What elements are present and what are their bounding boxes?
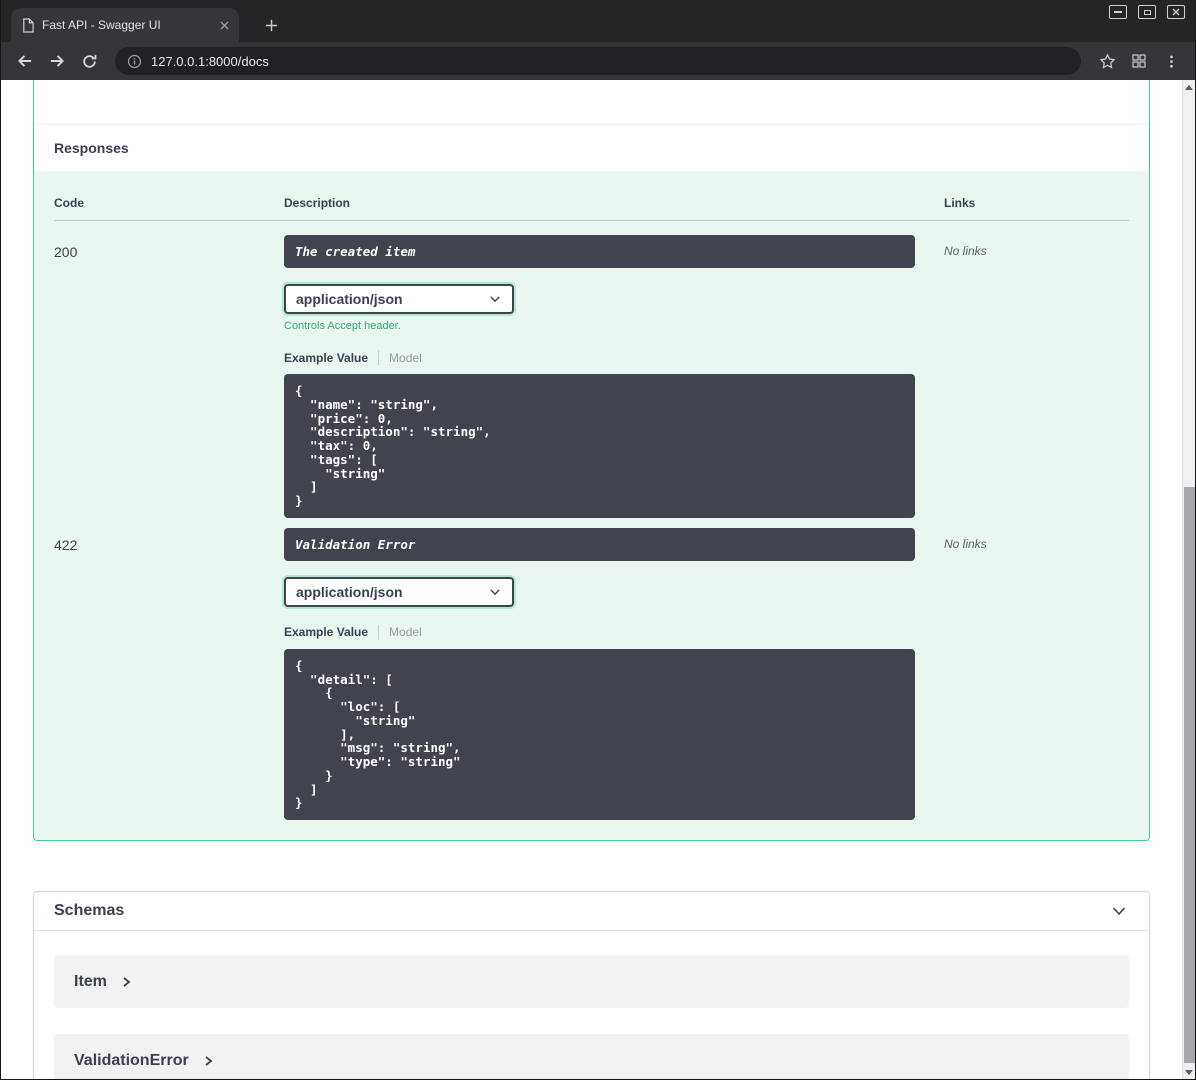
responses-section-title: Responses	[34, 124, 1149, 171]
responses-section: Code Description Links 200 The created i…	[34, 171, 1149, 840]
back-arrow-icon	[18, 55, 32, 67]
forward-arrow-icon	[50, 55, 64, 67]
column-header-links: Links	[944, 196, 976, 210]
model-name: ValidationError	[74, 1051, 189, 1069]
minimize-button[interactable]	[1109, 5, 1127, 19]
back-button[interactable]	[11, 47, 39, 75]
browser-tab[interactable]: Fast API - Swagger UI	[11, 8, 239, 42]
schemas-header[interactable]: Schemas	[34, 892, 1149, 931]
opblock-top-strip	[34, 80, 1149, 124]
arrow-down-icon	[1185, 1069, 1193, 1075]
reload-button[interactable]	[75, 47, 103, 75]
star-icon	[1099, 52, 1115, 69]
media-type-value: application/json	[296, 291, 403, 307]
chevron-right-icon	[123, 976, 131, 987]
chevron-down-icon	[490, 296, 500, 303]
arrow-up-icon	[1185, 84, 1193, 90]
apps-grid-button[interactable]	[1125, 47, 1153, 75]
close-icon	[1172, 8, 1180, 16]
response-description: The created item	[284, 235, 915, 268]
model-name: Item	[74, 972, 107, 990]
reload-icon	[82, 54, 96, 68]
tab-divider	[378, 624, 380, 640]
page-favicon-icon	[21, 17, 34, 33]
media-type-select[interactable]: application/json	[284, 576, 514, 607]
tab-divider	[378, 350, 380, 365]
response-links: No links	[944, 536, 987, 551]
scroll-down-button[interactable]	[1183, 1065, 1195, 1079]
maximize-icon	[1143, 9, 1151, 15]
browser-window: Fast API - Swagger UI 127.0.0.1:8000/doc…	[0, 0, 1196, 1080]
example-model-tabs: Example Value Model	[284, 624, 944, 640]
bookmark-star-button[interactable]	[1093, 47, 1121, 75]
page-content: Responses Code Description Links 200 The…	[1, 80, 1195, 1079]
column-header-description: Description	[284, 196, 351, 210]
apps-grid-icon	[1132, 54, 1146, 68]
close-button[interactable]	[1167, 5, 1185, 19]
endpoint-opblock: Responses Code Description Links 200 The…	[33, 80, 1150, 841]
example-model-tabs: Example Value Model	[284, 350, 944, 365]
site-info-icon[interactable]	[127, 54, 142, 69]
vertical-scrollbar[interactable]	[1182, 80, 1195, 1079]
address-bar[interactable]: 127.0.0.1:8000/docs	[115, 47, 1081, 75]
minimize-icon	[1114, 11, 1122, 13]
response-code: 200	[54, 244, 78, 260]
media-type-value: application/json	[296, 583, 403, 600]
tab-model[interactable]: Model	[389, 351, 422, 365]
accept-header-note: Controls Accept header.	[284, 320, 401, 332]
scroll-up-button[interactable]	[1183, 80, 1195, 94]
chevron-right-icon	[205, 1055, 213, 1066]
scrollbar-thumb[interactable]	[1184, 487, 1195, 1063]
tab-example-value[interactable]: Example Value	[284, 625, 368, 639]
schemas-section: Schemas Item ValidationError	[33, 891, 1150, 1079]
response-links: No links	[944, 244, 987, 258]
schemas-body: Item ValidationError	[34, 931, 1149, 1079]
response-description: Validation Error	[284, 527, 915, 561]
maximize-button[interactable]	[1138, 5, 1156, 19]
schemas-title: Schemas	[54, 902, 125, 919]
navigation-toolbar: 127.0.0.1:8000/docs	[1, 42, 1195, 80]
media-type-select[interactable]: application/json	[284, 284, 514, 314]
tab-model[interactable]: Model	[389, 625, 422, 639]
new-tab-button[interactable]	[259, 13, 283, 37]
chevron-down-icon[interactable]	[1109, 901, 1129, 921]
titlebar: Fast API - Swagger UI	[1, 0, 1195, 42]
tab-example-value[interactable]: Example Value	[284, 351, 368, 365]
model-item[interactable]: Item	[54, 955, 1129, 1008]
url-text: 127.0.0.1:8000/docs	[151, 53, 269, 69]
example-json-block: { "detail": [ { "loc": [ "string" ], "ms…	[284, 648, 915, 820]
kebab-menu-icon	[1169, 55, 1173, 67]
model-validationerror[interactable]: ValidationError	[54, 1034, 1129, 1079]
column-header-code: Code	[54, 196, 84, 210]
tab-title: Fast API - Swagger UI	[42, 18, 161, 32]
chevron-down-icon	[490, 589, 500, 595]
browser-menu-button[interactable]	[1157, 47, 1185, 75]
response-row-422: 422 Validation Error application/json Ex…	[54, 518, 1129, 820]
forward-button[interactable]	[43, 47, 71, 75]
example-json-block: { "name": "string", "price": 0, "descrip…	[284, 374, 915, 518]
responses-table-header: Code Description Links	[54, 196, 1129, 221]
response-code: 422	[54, 536, 78, 553]
response-row-200: 200 The created item application/json Co…	[54, 221, 1129, 518]
window-controls	[1109, 5, 1185, 19]
tab-close-icon[interactable]	[220, 20, 229, 30]
